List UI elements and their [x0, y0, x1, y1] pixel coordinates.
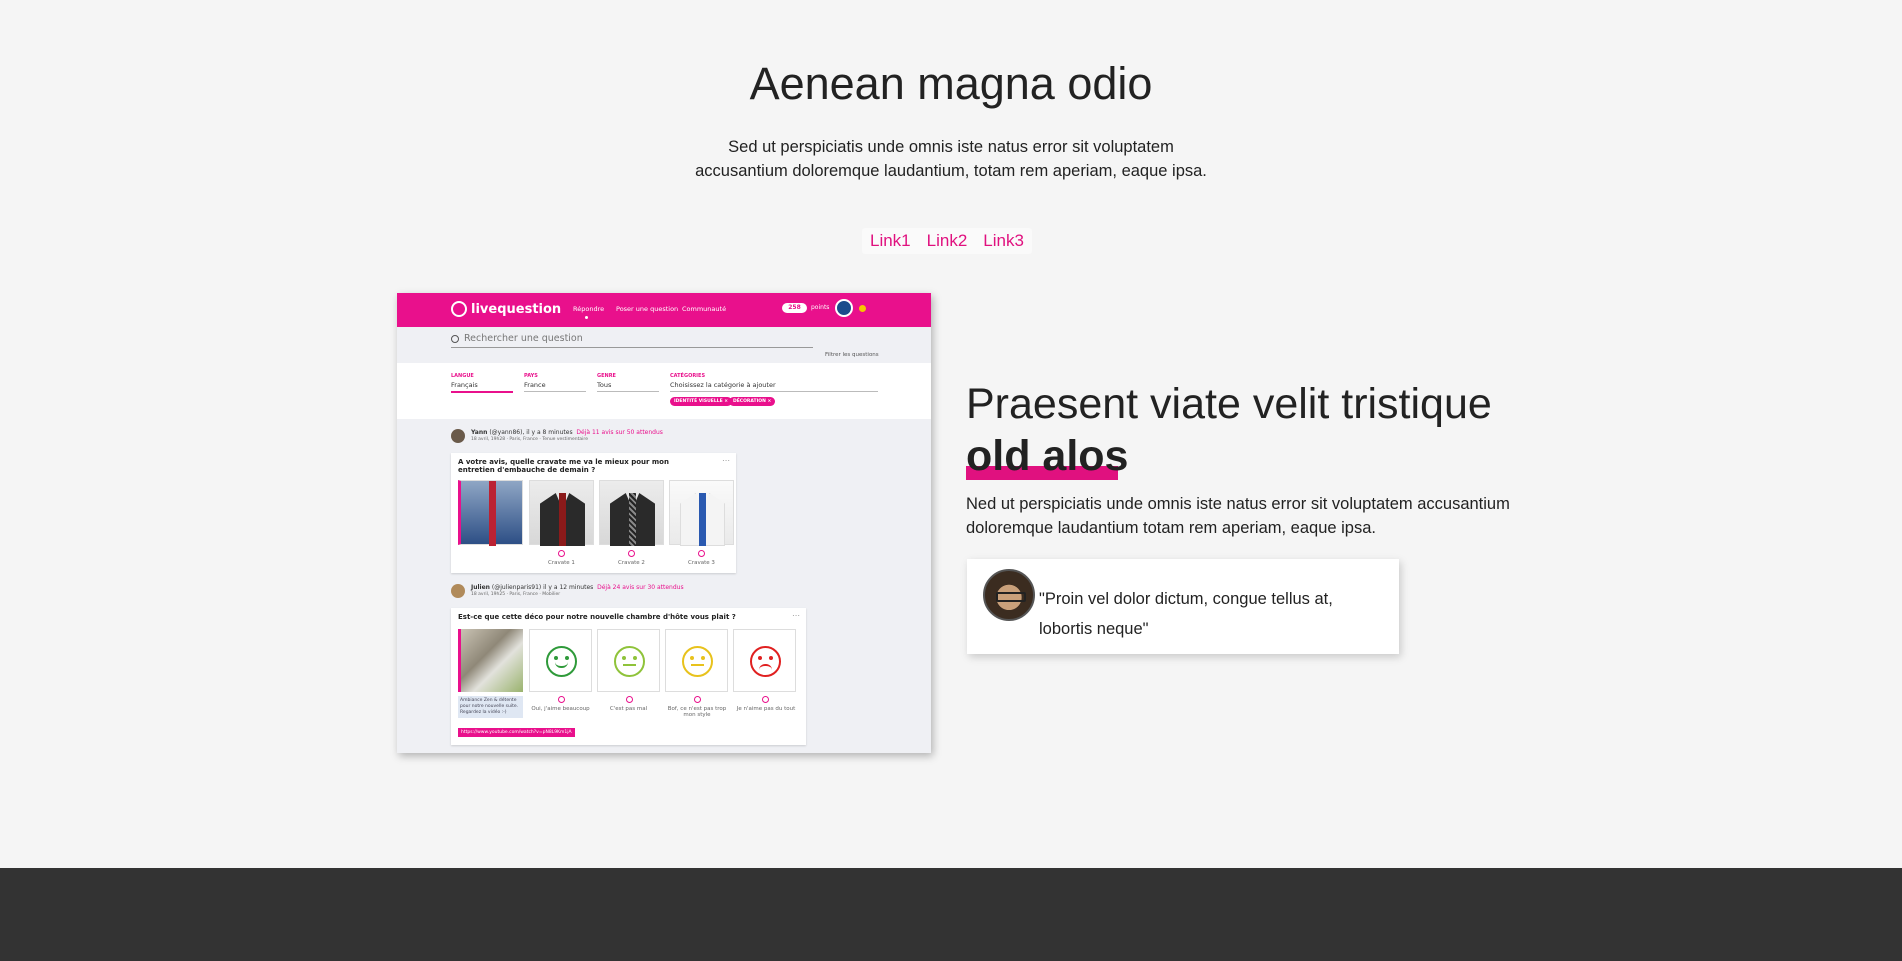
- feature-title-line2: old alos: [966, 432, 1129, 480]
- post-2-video-link: https://www.youtube.com/watch?v=pN8L9Km1…: [458, 728, 575, 737]
- post-1-question: A votre avis, quelle cravate me va le mi…: [458, 458, 669, 474]
- post-1-author: Yann: [471, 429, 488, 436]
- neutral-face-icon: [614, 646, 645, 677]
- status-dot: [859, 305, 866, 312]
- neutral-yellow-face-option: [665, 629, 728, 692]
- post-2-meta: 18 avril, 19h25 · Paris, France · Mobili…: [471, 592, 561, 597]
- tie-option-1-radio: [558, 550, 565, 557]
- tie-option-3-radio: [698, 550, 705, 557]
- post-1-handle: (@yann86), il y a 8 minutes: [489, 429, 573, 436]
- post-1-avatar: [451, 429, 465, 443]
- filter-categories: CATÉGORIES Choisissez la catégorie à ajo…: [670, 373, 878, 392]
- filter-genre: GENRE Tous: [597, 373, 659, 392]
- post-2-handle: (@julienparis91) il y a 12 minutes: [491, 584, 594, 591]
- face-option-3-radio: [694, 696, 701, 703]
- neutral-green-face-option: [597, 629, 660, 692]
- tie-option-2-radio: [628, 550, 635, 557]
- filter-langue-value: Français: [451, 379, 513, 393]
- link-3[interactable]: Link3: [975, 228, 1032, 254]
- footer: [0, 868, 1902, 961]
- tie-option-3-label: Cravate 3: [688, 560, 715, 566]
- tie-option-2-image: [599, 480, 664, 546]
- nav-poser-question: Poser une question: [616, 305, 679, 313]
- post-2-stats: Déjà 24 avis sur 30 attendus: [597, 584, 684, 591]
- link-group: Link1 Link2 Link3: [862, 228, 1032, 254]
- post-2-note: Ambiance Zen & détente pour notre nouvel…: [458, 696, 523, 718]
- feature-description: Ned ut perspiciatis unde omnis iste natu…: [966, 495, 1510, 537]
- tie-photo-selected: [458, 480, 523, 546]
- neutral-face-icon: [682, 646, 713, 677]
- filter-langue: LANGUE Français: [451, 373, 513, 393]
- post-1-stats: Déjà 11 avis sur 50 attendus: [576, 429, 663, 436]
- app-screenshot: livequestion Répondre Poser une question…: [397, 293, 931, 753]
- link-1[interactable]: Link1: [862, 228, 919, 254]
- testimonial-quote: "Proin vel dolor dictum, congue tellus a…: [1039, 590, 1333, 638]
- post-1-author-line: Yann (@yann86), il y a 8 minutes Déjà 11…: [471, 429, 663, 436]
- search-icon: [451, 334, 459, 343]
- nav-active-dot: [585, 316, 588, 319]
- happy-face-option: [529, 629, 592, 692]
- post-2-question: Est-ce que cette déco pour notre nouvell…: [458, 613, 736, 621]
- tag-decoration: DÉCORATION ×: [729, 397, 776, 406]
- more-icon: ⋯: [722, 456, 730, 465]
- face-option-4-radio: [762, 696, 769, 703]
- search-placeholder: Rechercher une question: [464, 333, 583, 344]
- points-label: points: [811, 304, 830, 311]
- feature-title-line1: Praesent viate velit tristique: [966, 380, 1492, 428]
- face-option-4-label: Je n'aime pas du tout: [736, 706, 796, 712]
- filter-genre-value: Tous: [597, 379, 659, 392]
- filter-pays: PAYS France: [524, 373, 586, 392]
- tie-option-1-label: Cravate 1: [548, 560, 575, 566]
- tie-option-2-label: Cravate 2: [618, 560, 645, 566]
- testimonial-card: "Proin vel dolor dictum, congue tellus a…: [967, 559, 1399, 654]
- filters-panel: LANGUE Français PAYS France GENRE Tous C…: [397, 363, 931, 419]
- filter-pays-value: France: [524, 379, 586, 392]
- happy-face-icon: [546, 646, 577, 677]
- link-2[interactable]: Link2: [919, 228, 976, 254]
- hero-subtitle-line1: Sed ut perspiciatis unde omnis iste natu…: [728, 138, 1174, 156]
- post-2-card: Est-ce que cette déco pour notre nouvell…: [451, 608, 806, 745]
- tag-identite-visuelle: IDENTITÉ VISUELLE ×: [670, 397, 732, 406]
- face-option-1-label: Oui, j'aime beaucoup: [531, 706, 590, 712]
- post-2-avatar: [451, 584, 465, 598]
- hero-subtitle: Sed ut perspiciatis unde omnis iste natu…: [0, 135, 1902, 183]
- testimonial-avatar: [983, 569, 1035, 621]
- filter-label: Filtrer les questions: [825, 352, 879, 358]
- hero-subtitle-line2: accusantium doloremque laudantium, totam…: [695, 162, 1207, 180]
- face-option-1-radio: [558, 696, 565, 703]
- app-header: livequestion Répondre Poser une question…: [397, 293, 931, 327]
- face-option-3-label: Bof, ce n'est pas trop mon style: [667, 706, 727, 718]
- search-bar: Rechercher une question: [451, 333, 813, 348]
- tie-option-3-image: [669, 480, 734, 546]
- post-1-card: A votre avis, quelle cravate me va le mi…: [451, 453, 736, 573]
- nav-repondre: Répondre: [573, 305, 605, 313]
- app-logo: livequestion: [451, 301, 561, 317]
- post-2-author-line: Julien (@julienparis91) il y a 12 minute…: [471, 584, 684, 591]
- nav-communaute: Communauté: [682, 305, 727, 313]
- room-photo: [458, 629, 523, 692]
- tie-option-1-image: [529, 480, 594, 546]
- sad-face-icon: [750, 646, 781, 677]
- face-option-2-label: C'est pas mal: [609, 706, 648, 712]
- app-brand: livequestion: [471, 301, 562, 317]
- post-1-meta: 18 avril, 19h28 · Paris, France · Tenue …: [471, 437, 588, 442]
- more-icon: ⋯: [792, 611, 800, 620]
- post-2-author: Julien: [471, 584, 490, 591]
- face-option-2-radio: [626, 696, 633, 703]
- chat-smile-icon: [451, 301, 467, 317]
- hero-title: Aenean magna odio: [749, 58, 1153, 109]
- user-avatar: [835, 299, 853, 317]
- sad-face-option: [733, 629, 796, 692]
- points-badge: 258: [782, 303, 807, 313]
- filter-categories-value: Choisissez la catégorie à ajouter: [670, 379, 878, 392]
